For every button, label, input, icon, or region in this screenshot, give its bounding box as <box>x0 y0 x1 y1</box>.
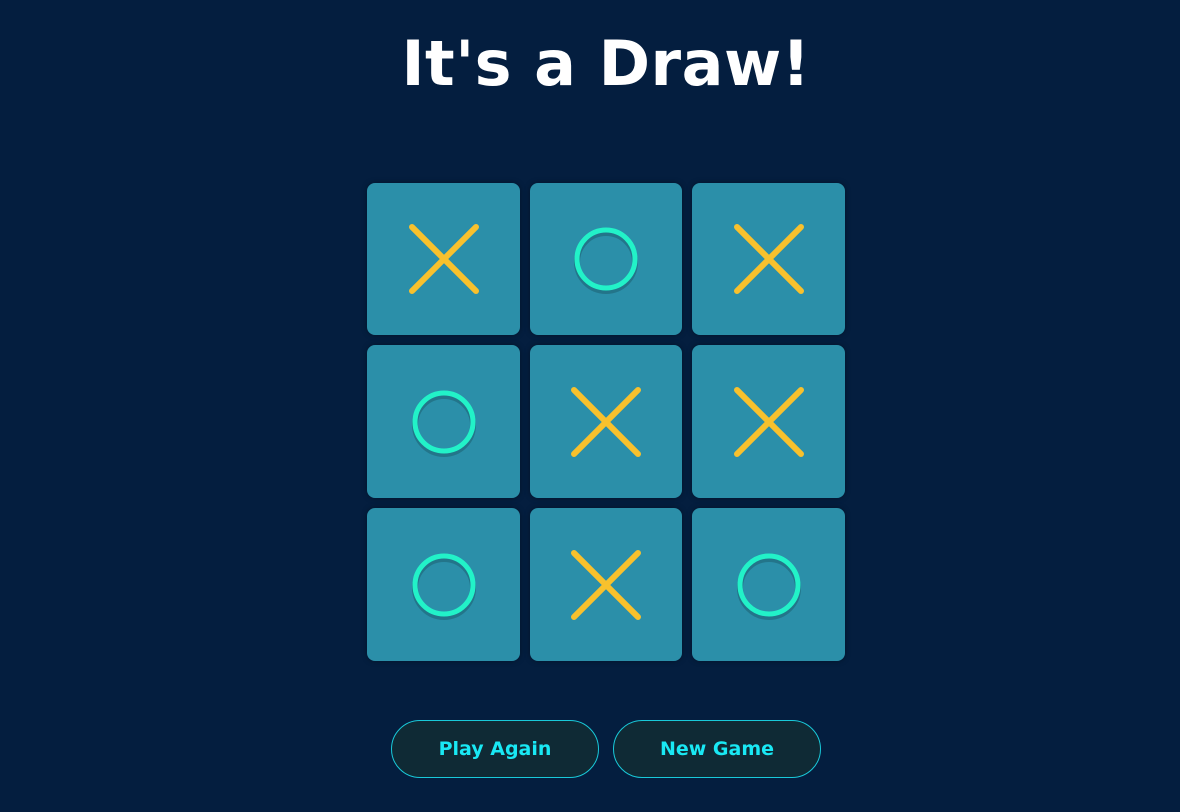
o-mark-icon <box>411 390 476 457</box>
board-cell-r1-c1[interactable] <box>367 183 520 335</box>
x-mark-icon <box>571 549 641 620</box>
board-cell-r2-c2[interactable] <box>530 345 682 498</box>
game-controls: Play Again New Game <box>0 720 1180 778</box>
x-mark-icon <box>733 224 804 294</box>
game-status-title: It's a Draw! <box>401 27 811 100</box>
o-mark-icon <box>411 553 476 620</box>
board-cell-r2-c1[interactable] <box>367 345 520 498</box>
x-mark-icon <box>571 386 641 457</box>
board-cell-r1-c2[interactable] <box>530 183 682 335</box>
game-board <box>367 183 845 661</box>
board-cell-r3-c2[interactable] <box>530 508 682 661</box>
x-mark-icon <box>733 386 804 457</box>
board-cell-r3-c3[interactable] <box>692 508 845 661</box>
o-mark-icon <box>574 227 638 294</box>
new-game-button[interactable]: New Game <box>613 720 821 778</box>
board-cell-r3-c1[interactable] <box>367 508 520 661</box>
x-mark-icon <box>408 224 479 294</box>
board-cell-r2-c3[interactable] <box>692 345 845 498</box>
board-cell-r1-c3[interactable] <box>692 183 845 335</box>
play-again-button[interactable]: Play Again <box>391 720 599 778</box>
o-mark-icon <box>736 553 801 620</box>
